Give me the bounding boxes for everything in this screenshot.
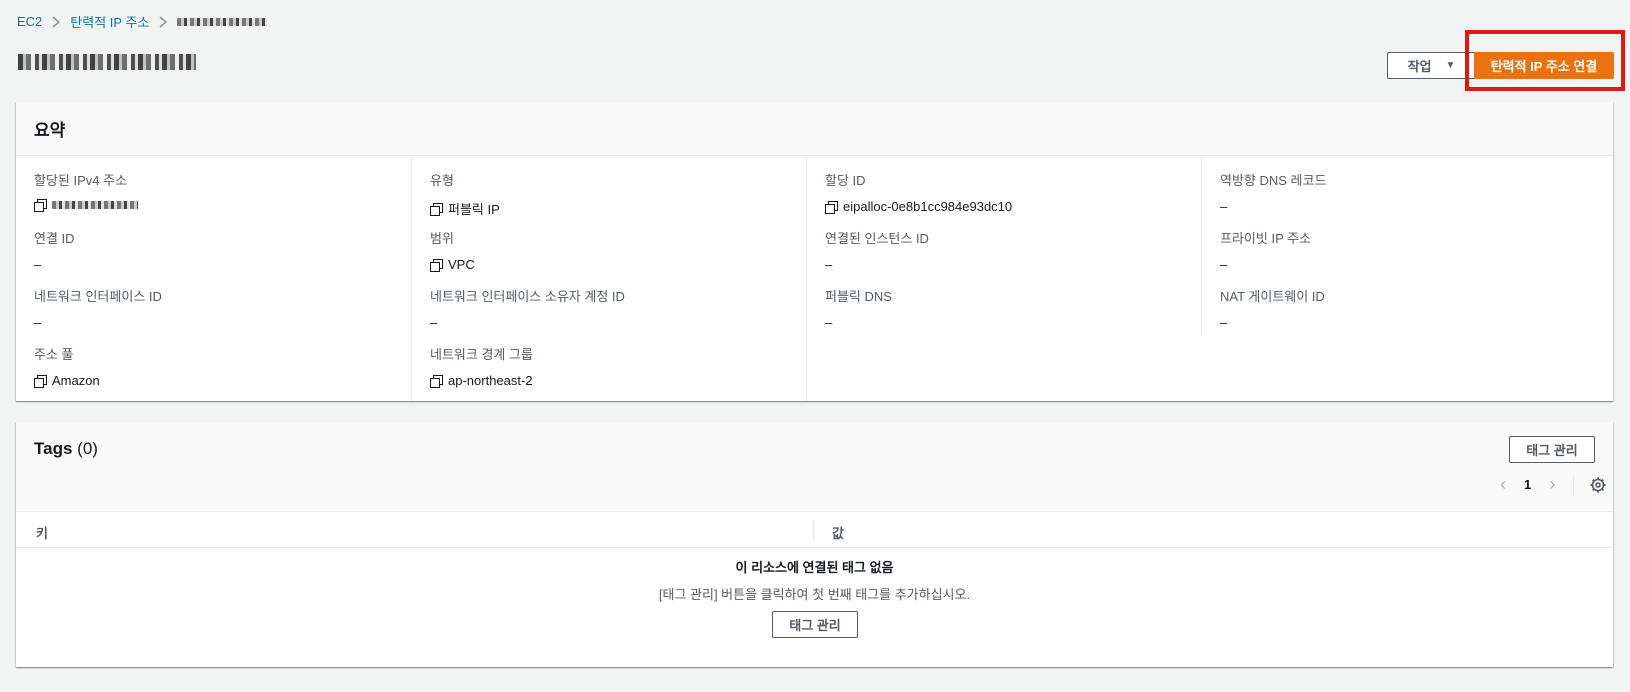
- page-title-redacted: [18, 54, 196, 70]
- field-reverse-dns: 역방향 DNS 레코드 –: [1220, 170, 1326, 214]
- summary-column-3: 할당 ID eipalloc-0e8b1cc984e93dc10 연결된 인스턴…: [806, 156, 1201, 401]
- address-pool-value: Amazon: [52, 373, 100, 388]
- field-label: 퍼블릭 DNS: [825, 289, 892, 304]
- field-label: 유형: [430, 173, 454, 188]
- tags-panel: Tags (0) 태그 관리 ‹ 1 › 키 값 이 리소스에 연결된 태그 없…: [16, 422, 1613, 667]
- field-value: –: [825, 315, 833, 330]
- associate-eip-button[interactable]: 탄력적 IP 주소 연결: [1474, 52, 1614, 79]
- empty-manage-tags-button[interactable]: 태그 관리: [772, 611, 858, 638]
- field-address-pool: 주소 풀 Amazon: [34, 344, 100, 388]
- actions-dropdown-button[interactable]: 작업 ▼: [1387, 52, 1476, 79]
- caret-down-icon: ▼: [1445, 60, 1456, 71]
- field-value: Amazon: [34, 373, 100, 388]
- field-value: –: [1220, 257, 1228, 272]
- scope-value: VPC: [448, 257, 475, 272]
- ipv4-redacted: [52, 201, 138, 209]
- field-value: –: [34, 315, 42, 330]
- copy-icon[interactable]: [34, 374, 47, 388]
- field-ipv4: 할당된 IPv4 주소: [34, 170, 138, 212]
- breadcrumb-ec2-link[interactable]: EC2: [17, 14, 42, 29]
- field-label: 주소 풀: [34, 347, 74, 362]
- copy-icon[interactable]: [430, 202, 443, 216]
- breadcrumb: EC2 탄력적 IP 주소: [17, 12, 268, 31]
- copy-icon[interactable]: [430, 258, 443, 272]
- field-border-group: 네트워크 경계 그룹 ap-northeast-2: [430, 344, 533, 388]
- field-value: –: [34, 257, 42, 272]
- tags-title: Tags (0): [34, 439, 98, 459]
- manage-tags-button[interactable]: 태그 관리: [1509, 436, 1595, 463]
- summary-grid: 할당된 IPv4 주소 연결 ID – 네트워크 인터페이스 ID – 주소 풀…: [16, 156, 1613, 401]
- field-value: [34, 199, 138, 212]
- summary-column-2: 유형 퍼블릭 IP 범위 VPC 네트워크 인터페이스 소유자 계정 ID – …: [411, 156, 806, 401]
- column-header-value[interactable]: 값: [832, 523, 844, 542]
- field-value: VPC: [430, 257, 475, 272]
- field-value: ap-northeast-2: [430, 373, 533, 388]
- field-label: 프라이빗 IP 주소: [1220, 231, 1312, 246]
- actions-label: 작업: [1407, 59, 1432, 74]
- tags-table-header: 키 값: [16, 512, 1613, 548]
- field-label: 연결된 인스턴스 ID: [825, 231, 929, 246]
- field-label: NAT 게이트웨이 ID: [1220, 289, 1325, 304]
- field-type: 유형 퍼블릭 IP: [430, 170, 500, 218]
- breadcrumb-current-redacted: [177, 14, 268, 29]
- field-label: 네트워크 인터페이스 소유자 계정 ID: [430, 289, 625, 304]
- field-value: –: [825, 257, 833, 272]
- empty-state-description: [태그 관리] 버튼을 클릭하여 첫 번째 태그를 추가하십시오.: [658, 587, 971, 602]
- column-header-key[interactable]: 키: [36, 523, 48, 542]
- field-private-ip: 프라이빗 IP 주소 –: [1220, 228, 1311, 272]
- summary-column-1: 할당된 IPv4 주소 연결 ID – 네트워크 인터페이스 ID – 주소 풀…: [16, 156, 411, 401]
- next-page-icon[interactable]: ›: [1549, 474, 1555, 495]
- border-group-value: ap-northeast-2: [448, 373, 533, 388]
- previous-page-icon[interactable]: ‹: [1500, 474, 1506, 495]
- field-scope: 범위 VPC: [430, 228, 475, 272]
- gear-icon[interactable]: [1590, 477, 1606, 493]
- pagination: ‹ 1 ›: [1500, 474, 1555, 495]
- empty-state-title: 이 리소스에 연결된 태그 없음: [735, 560, 894, 575]
- pager-divider: [1573, 474, 1574, 496]
- summary-panel: 요약 할당된 IPv4 주소 연결 ID – 네트워크 인터페이스 ID – 주…: [16, 102, 1613, 401]
- field-allocation-id: 할당 ID eipalloc-0e8b1cc984e93dc10: [825, 170, 1012, 214]
- field-value: eipalloc-0e8b1cc984e93dc10: [825, 199, 1012, 214]
- column-divider: [813, 520, 814, 540]
- summary-column-4: 역방향 DNS 레코드 – 프라이빗 IP 주소 – NAT 게이트웨이 ID …: [1201, 156, 1596, 336]
- field-label: 네트워크 경계 그룹: [430, 347, 533, 362]
- field-label: 할당된 IPv4 주소: [34, 173, 128, 188]
- field-ni-owner: 네트워크 인터페이스 소유자 계정 ID –: [430, 286, 625, 330]
- type-value: 퍼블릭 IP: [448, 202, 500, 217]
- field-value: –: [430, 315, 438, 330]
- tags-count: (0): [77, 439, 98, 458]
- field-label: 연결 ID: [34, 231, 75, 246]
- field-nat-gateway: NAT 게이트웨이 ID –: [1220, 286, 1325, 330]
- field-public-dns: 퍼블릭 DNS –: [825, 286, 892, 330]
- copy-icon[interactable]: [825, 200, 838, 214]
- breadcrumb-elastic-ip-link[interactable]: 탄력적 IP 주소: [70, 12, 149, 31]
- field-value: –: [1220, 315, 1228, 330]
- summary-title: 요약: [16, 102, 1613, 156]
- field-association-id: 연결 ID –: [34, 228, 75, 272]
- field-network-interface-id: 네트워크 인터페이스 ID –: [34, 286, 162, 330]
- field-instance-id: 연결된 인스턴스 ID –: [825, 228, 929, 272]
- tags-title-text: Tags: [34, 439, 73, 458]
- page-number[interactable]: 1: [1524, 477, 1531, 492]
- chevron-right-icon: [159, 15, 168, 28]
- tags-header: Tags (0) 태그 관리 ‹ 1 ›: [16, 422, 1613, 512]
- field-label: 역방향 DNS 레코드: [1220, 173, 1327, 188]
- chevron-right-icon: [52, 15, 61, 28]
- field-label: 네트워크 인터페이스 ID: [34, 289, 162, 304]
- copy-icon[interactable]: [430, 374, 443, 388]
- copy-icon[interactable]: [34, 199, 47, 212]
- field-value: 퍼블릭 IP: [430, 199, 500, 218]
- field-value: –: [1220, 199, 1228, 214]
- allocation-id-value: eipalloc-0e8b1cc984e93dc10: [843, 199, 1013, 214]
- field-label: 할당 ID: [825, 173, 866, 188]
- field-label: 범위: [430, 231, 454, 246]
